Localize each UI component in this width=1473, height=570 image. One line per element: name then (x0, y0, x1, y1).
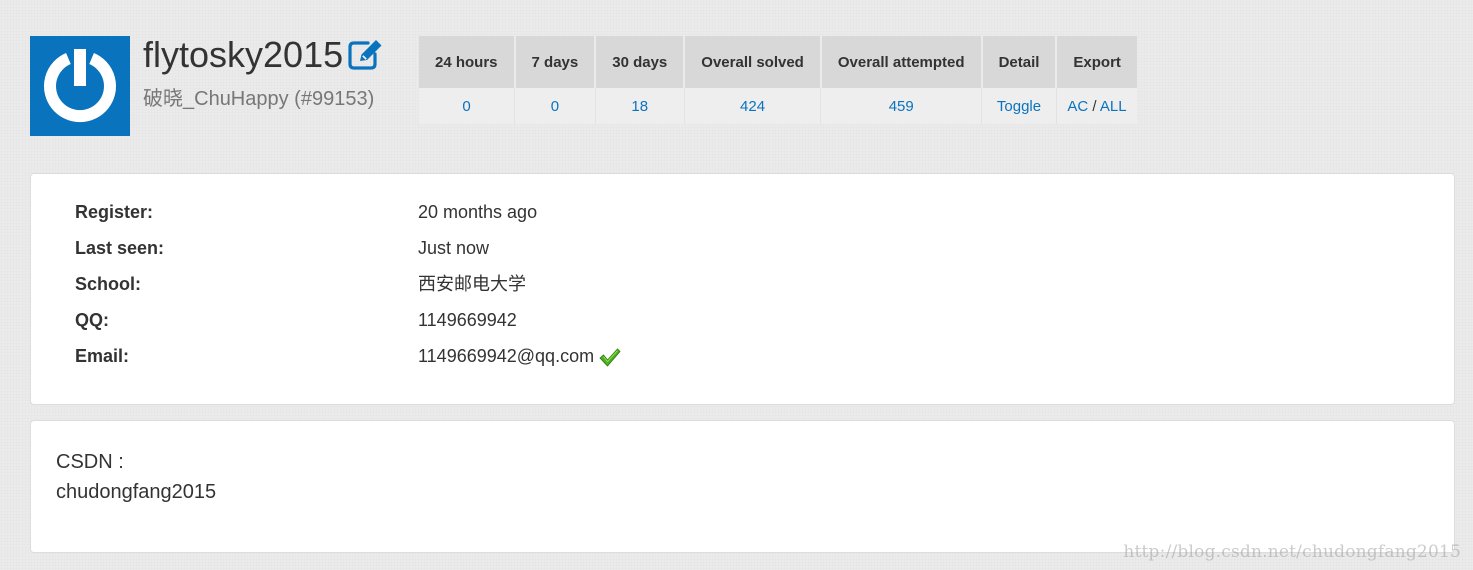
stats-header-24h: 24 hours (419, 36, 516, 88)
stats-24h-link[interactable]: 0 (419, 88, 516, 124)
avatar (30, 36, 130, 136)
info-label: Last seen: (75, 238, 165, 258)
info-value-email: 1149669942@qq.com (418, 344, 621, 373)
nickname: 破晓_ChuHappy (#99153) (143, 88, 375, 110)
info-label: QQ: (75, 310, 109, 330)
info-label: School: (75, 274, 141, 294)
info-value: 20 months ago (418, 202, 538, 222)
stats-7d-link[interactable]: 0 (514, 88, 596, 124)
bio-line: chudongfang2015 (56, 481, 217, 503)
stats-header-overall-solved: Overall solved (684, 36, 822, 88)
export-separator: / (1092, 97, 1097, 115)
info-value: Just now (418, 238, 490, 258)
user-info-card: Register: 20 months ago Last seen: Just … (30, 173, 1455, 405)
info-label: Email: (75, 346, 130, 366)
stats-header-row: 24 hours 7 days 30 days Overall solved O… (419, 36, 1137, 88)
stats-30d-link[interactable]: 18 (595, 88, 685, 124)
stats-header-detail: Detail (981, 36, 1058, 88)
stats-overall-solved-link[interactable]: 424 (684, 88, 822, 124)
email-text: 1149669942@qq.com (418, 346, 595, 366)
export-cell: AC / ALL (1056, 88, 1137, 124)
edit-icon[interactable] (346, 37, 384, 71)
info-label: Register: (75, 202, 154, 222)
power-icon (43, 44, 117, 123)
stats-header-export: Export (1056, 36, 1137, 88)
stats-value-row: 0 0 18 424 459 Toggle AC / ALL (419, 88, 1137, 124)
detail-toggle-link[interactable]: Toggle (981, 88, 1057, 124)
check-icon (599, 347, 621, 373)
info-value: 西安邮电大学 (418, 274, 526, 294)
bio-card: CSDN : chudongfang2015 (30, 420, 1455, 553)
stats-header-30d: 30 days (595, 36, 686, 88)
info-value: 1149669942 (418, 310, 517, 330)
stats-table: 24 hours 7 days 30 days Overall solved O… (419, 36, 1137, 124)
export-ac-link[interactable]: AC (1067, 98, 1088, 115)
stats-overall-attempted-link[interactable]: 459 (820, 88, 983, 124)
stats-header-overall-attempted: Overall attempted (820, 36, 983, 88)
stats-header-7d: 7 days (514, 36, 597, 88)
export-all-link[interactable]: ALL (1100, 98, 1127, 115)
bio-line: CSDN : (56, 451, 124, 473)
username: flytosky2015 (143, 34, 344, 75)
watermark: http://blog.csdn.net/chudongfang2015 (1123, 542, 1461, 562)
